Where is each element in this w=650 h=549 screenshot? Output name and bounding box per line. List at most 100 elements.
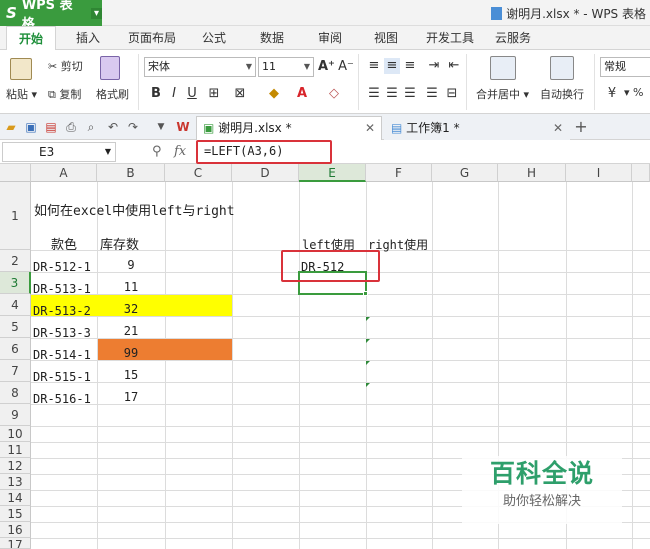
document-tab-workbook1[interactable]: ▤ 工作簿1 * ✕ xyxy=(384,116,570,140)
tab-home[interactable]: 开始 xyxy=(6,26,56,51)
row-header[interactable]: 5 xyxy=(0,316,31,338)
print-icon[interactable]: ⎙ xyxy=(64,120,78,134)
tab-developer[interactable]: 开发工具 xyxy=(420,26,480,50)
fill-handle[interactable] xyxy=(363,291,368,296)
paste-button[interactable]: 粘贴 ▾ xyxy=(6,86,37,102)
row-header[interactable]: 14 xyxy=(0,490,31,506)
bold-icon[interactable]: B xyxy=(148,86,164,102)
clear-format-icon[interactable]: ◇ xyxy=(326,86,342,102)
wrap-text-icon[interactable] xyxy=(550,56,574,80)
font-name-select[interactable]: 宋体 ▼ xyxy=(144,57,256,77)
quick-access-dropdown-icon[interactable]: ▼ xyxy=(154,120,168,134)
fill-color-icon[interactable]: ◆ xyxy=(266,86,282,102)
currency-icon[interactable]: ¥ xyxy=(604,86,620,102)
col-header-b[interactable]: B xyxy=(97,164,165,182)
cell-a9[interactable]: DR-516-1 xyxy=(33,392,91,406)
tab-cloud[interactable]: 云服务 xyxy=(490,26,536,50)
underline-icon[interactable]: U xyxy=(184,86,200,102)
name-box[interactable]: E3 ▼ xyxy=(2,142,116,162)
indent-icon[interactable]: ⇥ xyxy=(426,58,442,74)
cell-b2[interactable]: 库存数 xyxy=(100,234,139,253)
wrap-text-button[interactable]: 自动换行 xyxy=(540,86,584,102)
copy-button[interactable]: ⧉ 复制 xyxy=(48,86,81,102)
tab-review[interactable]: 审阅 xyxy=(310,26,350,50)
cell-b4[interactable]: 11 xyxy=(97,280,165,294)
merge-center-icon[interactable] xyxy=(490,56,516,80)
align-right-icon[interactable]: ☰ xyxy=(402,86,418,102)
row-header[interactable]: 15 xyxy=(0,506,31,522)
merge-center-button[interactable]: 合并居中 ▾ xyxy=(476,86,529,102)
row-header[interactable]: 7 xyxy=(0,360,31,382)
redo-icon[interactable]: ↷ xyxy=(126,120,140,134)
row-header[interactable]: 1 xyxy=(0,182,31,250)
cell-a6[interactable]: DR-513-3 xyxy=(33,326,91,340)
cell-b7[interactable]: 99 xyxy=(97,346,165,360)
close-tab-icon[interactable]: ✕ xyxy=(365,117,375,139)
align-bottom-icon[interactable]: ≡ xyxy=(402,58,418,74)
align-left-icon[interactable]: ☰ xyxy=(366,86,382,102)
border-icon[interactable]: ⊞ xyxy=(206,86,222,102)
row-header[interactable]: 13 xyxy=(0,474,31,490)
col-header-g[interactable]: G xyxy=(432,164,498,182)
wps-w-icon[interactable]: W xyxy=(176,120,190,134)
paste-icon[interactable] xyxy=(10,58,32,80)
format-painter-icon[interactable] xyxy=(100,56,120,80)
row-header[interactable]: 9 xyxy=(0,404,31,426)
align-middle-icon[interactable]: ≡ xyxy=(384,58,400,74)
document-tab-active[interactable]: ▣ 谢明月.xlsx * ✕ xyxy=(196,116,382,140)
distributed-icon[interactable]: ⊟ xyxy=(444,86,460,102)
tab-formulas[interactable]: 公式 xyxy=(194,26,234,50)
tab-view[interactable]: 视图 xyxy=(366,26,406,50)
col-header-e[interactable]: E xyxy=(299,164,366,182)
cell-style-icon[interactable]: ⊠ xyxy=(232,86,248,102)
row-header[interactable]: 6 xyxy=(0,338,31,360)
cut-button[interactable]: ✂ 剪切 xyxy=(48,58,83,74)
tab-page-layout[interactable]: 页面布局 xyxy=(122,26,182,50)
cell-b5[interactable]: 32 xyxy=(97,302,165,316)
justify-icon[interactable]: ☰ xyxy=(424,86,440,102)
row-header[interactable]: 3 xyxy=(0,272,31,294)
export-pdf-icon[interactable]: ▤ xyxy=(44,120,58,134)
row-header[interactable]: 2 xyxy=(0,250,31,272)
decrease-font-icon[interactable]: A⁻ xyxy=(338,59,354,75)
cell-b9[interactable]: 17 xyxy=(97,390,165,404)
cell-b3[interactable]: 9 xyxy=(97,258,165,272)
open-folder-icon[interactable]: ▰ xyxy=(4,120,18,134)
row-header[interactable]: 16 xyxy=(0,522,31,538)
zoom-icon[interactable]: ⚲ xyxy=(152,144,162,159)
row-header[interactable]: 8 xyxy=(0,382,31,404)
select-all-corner[interactable] xyxy=(0,164,31,182)
tab-insert[interactable]: 插入 xyxy=(66,26,110,50)
row-header[interactable]: 11 xyxy=(0,442,31,458)
tab-data[interactable]: 数据 xyxy=(252,26,292,50)
row-header[interactable]: 10 xyxy=(0,426,31,442)
cell-a8[interactable]: DR-515-1 xyxy=(33,370,91,384)
undo-icon[interactable]: ↶ xyxy=(106,120,120,134)
cell-a5[interactable]: DR-513-2 xyxy=(33,304,91,318)
cell-a4[interactable]: DR-513-1 xyxy=(33,282,91,296)
print-preview-icon[interactable]: ⌕ xyxy=(84,120,98,134)
font-color-icon[interactable]: A xyxy=(294,86,310,102)
format-painter-button[interactable]: 格式刷 xyxy=(96,86,129,102)
save-icon[interactable]: ▣ xyxy=(24,120,38,134)
cell-b6[interactable]: 21 xyxy=(97,324,165,338)
percent-button[interactable]: ▾ % xyxy=(624,86,643,99)
close-tab-icon[interactable]: ✕ xyxy=(553,117,563,139)
italic-icon[interactable]: I xyxy=(166,86,182,102)
col-header-d[interactable]: D xyxy=(232,164,299,182)
cell-a3[interactable]: DR-512-1 xyxy=(33,260,91,274)
col-header-a[interactable]: A xyxy=(31,164,97,182)
number-format-select[interactable]: 常规 xyxy=(600,57,650,77)
cell-a2[interactable]: 款色 xyxy=(31,234,97,253)
col-header-f[interactable]: F xyxy=(366,164,432,182)
outdent-icon[interactable]: ⇤ xyxy=(446,58,462,74)
col-header-h[interactable]: H xyxy=(498,164,566,182)
align-top-icon[interactable]: ≡ xyxy=(366,58,382,74)
col-header-i[interactable]: I xyxy=(566,164,632,182)
cell-a1[interactable]: 如何在excel中使用left与right xyxy=(34,200,235,219)
font-size-select[interactable]: 11 ▼ xyxy=(258,57,314,77)
col-header-j[interactable] xyxy=(632,164,650,182)
cell-b8[interactable]: 15 xyxy=(97,368,165,382)
app-menu-button[interactable]: S WPS 表格 ▾ xyxy=(0,0,102,32)
add-tab-icon[interactable]: + xyxy=(574,119,588,135)
